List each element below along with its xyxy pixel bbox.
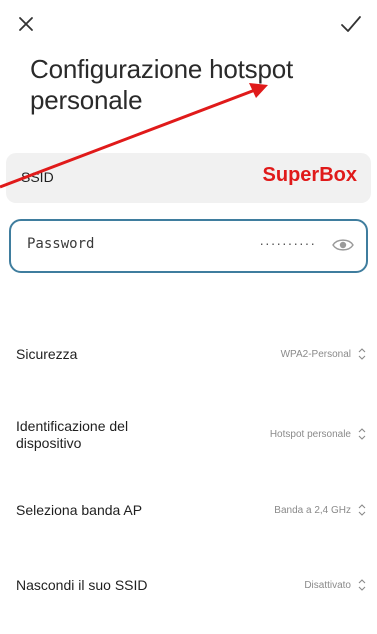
up-down-chevron-icon	[358, 579, 366, 591]
setting-row-hide-ssid[interactable]: Nascondi il suo SSID Disattivato	[0, 571, 377, 603]
ssid-value: SuperBox	[262, 164, 357, 186]
eye-icon[interactable]	[332, 237, 354, 253]
hide-ssid-value: Disattivato	[304, 580, 351, 591]
page-title: Configurazione hotspot personale	[30, 54, 294, 115]
up-down-chevron-icon	[358, 504, 366, 516]
confirm-button[interactable]	[336, 10, 366, 38]
ap-band-label: Seleziona banda AP	[16, 502, 143, 518]
close-button[interactable]	[12, 10, 40, 38]
security-label: Sicurezza	[16, 346, 78, 362]
setting-row-device-identification[interactable]: Identificazione del dispositivo Hotspot …	[0, 412, 377, 456]
device-identification-label: Identificazione del dispositivo	[16, 418, 129, 451]
setting-row-security[interactable]: Sicurezza WPA2-Personal	[0, 338, 377, 370]
security-value: WPA2-Personal	[280, 349, 351, 360]
checkmark-icon	[341, 16, 361, 32]
ap-band-value: Banda a 2,4 GHz	[274, 505, 351, 516]
up-down-chevron-icon	[358, 428, 366, 440]
close-icon	[19, 17, 33, 31]
device-identification-value: Hotspot personale	[269, 429, 351, 440]
password-value: ··········	[259, 235, 316, 251]
ssid-label: SSID	[21, 169, 54, 185]
up-down-chevron-icon	[358, 348, 366, 360]
setting-row-ap-band[interactable]: Seleziona banda AP Banda a 2,4 GHz	[0, 495, 377, 527]
hide-ssid-label: Nascondi il suo SSID	[16, 577, 148, 593]
ssid-field[interactable]: SSID SuperBox	[6, 153, 371, 203]
password-field[interactable]: Password ··········	[9, 219, 368, 273]
password-label: Password	[27, 236, 95, 252]
